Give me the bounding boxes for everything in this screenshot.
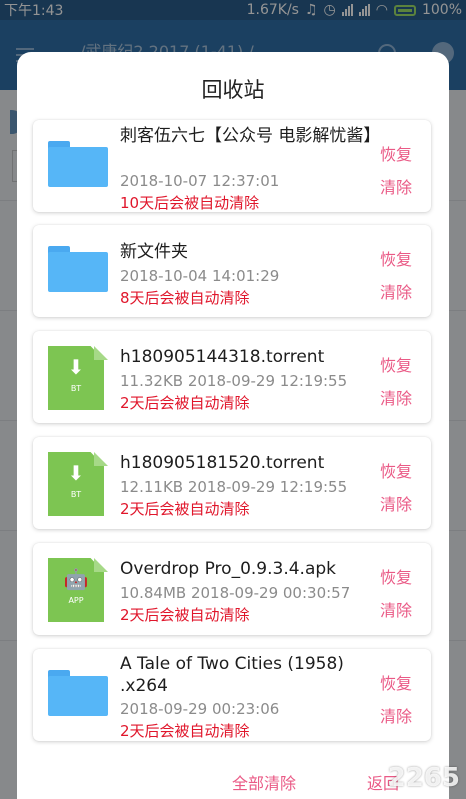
recycle-item: ⬇ BT h180905181520.torrent 12.11KB 2018-…	[33, 437, 431, 529]
item-name: h180905144318.torrent	[120, 347, 325, 367]
item-meta: 12.11KB 2018-09-29 12:19:55	[120, 478, 348, 496]
item-meta: 11.32KB 2018-09-29 12:19:55	[120, 372, 348, 390]
delete-button[interactable]: 清除	[380, 174, 412, 198]
delete-button[interactable]: 清除	[380, 385, 412, 409]
item-meta: 2018-10-04 14:01:29	[120, 267, 280, 285]
restore-button[interactable]: 恢复	[380, 458, 412, 482]
recycle-item: 刺客伍六七【公众号 电影解忧酱】 2018-10-07 12:37:01 10天…	[33, 120, 431, 212]
dialog-title: 回收站	[201, 78, 265, 102]
delete-button[interactable]: 清除	[380, 279, 412, 303]
delete-button[interactable]: 清除	[380, 491, 412, 515]
download-arrow-icon: ⬇	[67, 461, 85, 485]
bt-file-icon: ⬇ BT	[48, 452, 108, 516]
item-expiry: 8天后会被自动清除	[120, 289, 250, 307]
item-expiry: 2天后会被自动清除	[120, 606, 250, 624]
item-name: h180905181520.torrent	[120, 453, 325, 473]
folder-icon	[48, 664, 108, 724]
android-icon: 🤖	[63, 567, 89, 591]
watermark-logo: 2265	[387, 763, 460, 793]
recycle-item: 新文件夹 2018-10-04 14:01:29 8天后会被自动清除 恢复 清除	[33, 225, 431, 317]
item-meta: 2018-10-07 12:37:01	[120, 172, 280, 190]
clear-all-button[interactable]: 全部清除	[232, 770, 296, 794]
restore-button[interactable]: 恢复	[380, 564, 412, 588]
restore-button[interactable]: 恢复	[380, 670, 412, 694]
restore-button[interactable]: 恢复	[380, 141, 412, 165]
delete-button[interactable]: 清除	[380, 703, 412, 727]
item-meta: 10.84MB 2018-09-29 00:30:57	[120, 584, 351, 602]
download-arrow-icon: ⬇	[67, 355, 85, 379]
recycle-item: ⬇ BT h180905144318.torrent 11.32KB 2018-…	[33, 331, 431, 423]
bt-file-icon: ⬇ BT	[48, 346, 108, 410]
item-name: Overdrop Pro_0.9.3.4.apk	[120, 559, 336, 579]
restore-button[interactable]: 恢复	[380, 246, 412, 270]
delete-button[interactable]: 清除	[380, 597, 412, 621]
item-name: 刺客伍六七【公众号 电影解忧酱】	[120, 126, 381, 146]
restore-button[interactable]: 恢复	[380, 352, 412, 376]
recycle-item: 🤖 APP Overdrop Pro_0.9.3.4.apk 10.84MB 2…	[33, 543, 431, 635]
item-expiry: 2天后会被自动清除	[120, 722, 250, 740]
item-name: A Tale of Two Cities (1958) .x264	[120, 654, 344, 696]
item-expiry: 10天后会被自动清除	[120, 194, 260, 212]
item-expiry: 2天后会被自动清除	[120, 394, 250, 412]
folder-icon	[48, 135, 108, 195]
recycle-item: A Tale of Two Cities (1958) .x264 2018-0…	[33, 649, 431, 741]
apk-file-icon: 🤖 APP	[48, 558, 108, 622]
folder-icon	[48, 240, 108, 300]
item-expiry: 2天后会被自动清除	[120, 500, 250, 518]
item-name: 新文件夹	[120, 242, 188, 262]
item-meta: 2018-09-29 00:23:06	[120, 700, 280, 718]
recycle-bin-dialog: 回收站 刺客伍六七【公众号 电影解忧酱】 2018-10-07 12:37:01…	[17, 52, 449, 799]
